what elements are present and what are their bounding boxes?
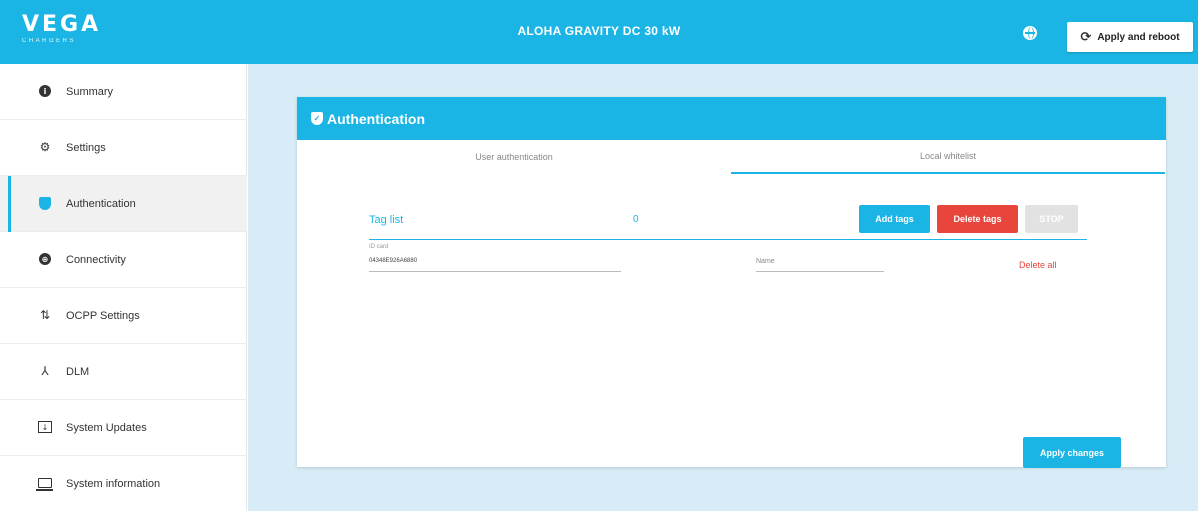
add-tags-button[interactable]: Add tags xyxy=(859,205,930,233)
sidebar-item-ocpp-settings[interactable]: ⇅ OCPP Settings xyxy=(0,288,247,344)
sidebar-item-label: DLM xyxy=(66,365,90,378)
card-header: ✓ Authentication xyxy=(297,97,1166,140)
globe-icon: ⊕ xyxy=(38,252,52,266)
sidebar-item-system-information[interactable]: System information xyxy=(0,456,247,511)
sidebar-item-label: Authentication xyxy=(66,197,136,210)
sidebar-item-summary[interactable]: i Summary xyxy=(0,64,247,120)
update-icon: ↓ xyxy=(38,420,52,434)
sidebar-item-system-updates[interactable]: ↓ System Updates xyxy=(0,400,247,456)
apply-and-reboot-button[interactable]: ⟳ Apply and reboot xyxy=(1067,22,1193,52)
transfer-arrows-icon: ⇅ xyxy=(39,308,51,322)
tab-label: Local whitelist xyxy=(919,151,977,161)
card-title: Authentication xyxy=(327,110,425,127)
stop-button[interactable]: STOP xyxy=(1025,205,1078,233)
delete-tags-button[interactable]: Delete tags xyxy=(937,205,1018,233)
sidebar: i Summary ⚙ Settings Authentication ⊕ Co… xyxy=(0,64,247,511)
logo-subtext: CHARGERS xyxy=(22,38,77,44)
id-card-field[interactable]: 04348E926A6880 xyxy=(369,258,621,272)
gear-icon: ⚙ xyxy=(39,140,51,154)
shield-icon xyxy=(38,196,52,210)
sidebar-item-label: Settings xyxy=(66,141,106,154)
tag-count: 0 xyxy=(633,214,639,225)
language-globe-icon[interactable] xyxy=(1023,26,1037,40)
sidebar-item-label: OCPP Settings xyxy=(66,309,140,322)
sidebar-item-connectivity[interactable]: ⊕ Connectivity xyxy=(0,232,247,288)
device-title: ALOHA GRAVITY DC 30 kW xyxy=(517,24,681,38)
sidebar-item-dlm[interactable]: ⅄ DLM xyxy=(0,344,247,400)
tab-user-authentication[interactable]: User authentication xyxy=(297,140,731,174)
apply-and-reboot-label: Apply and reboot xyxy=(1097,31,1180,43)
delete-all-link[interactable]: Delete all xyxy=(1019,260,1057,270)
sidebar-item-label: System Updates xyxy=(66,421,147,434)
sidebar-item-settings[interactable]: ⚙ Settings xyxy=(0,120,247,176)
tag-list-divider xyxy=(369,239,1087,240)
apply-changes-button[interactable]: Apply changes xyxy=(1023,437,1121,468)
authentication-card: ✓ Authentication User authentication Loc… xyxy=(297,97,1166,468)
name-field[interactable]: Name xyxy=(756,258,884,272)
top-bar: VEGA CHARGERS ALOHA GRAVITY DC 30 kW ⟳ A… xyxy=(0,0,1198,64)
tab-local-whitelist[interactable]: Local whitelist xyxy=(731,140,1165,174)
tag-list-label: Tag list xyxy=(369,214,404,226)
shield-check-icon: ✓ xyxy=(311,112,323,125)
laptop-icon xyxy=(36,476,53,491)
refresh-icon: ⟳ xyxy=(1080,29,1092,45)
info-icon: i xyxy=(38,84,52,98)
sidebar-item-label: System information xyxy=(66,478,161,490)
sidebar-item-label: Summary xyxy=(66,85,114,98)
tab-label: User authentication xyxy=(475,152,553,162)
network-icon: ⅄ xyxy=(41,364,49,378)
sidebar-item-label: Connectivity xyxy=(66,253,126,266)
id-card-caption: ID card xyxy=(369,244,389,250)
sidebar-item-authentication[interactable]: Authentication xyxy=(0,176,247,232)
